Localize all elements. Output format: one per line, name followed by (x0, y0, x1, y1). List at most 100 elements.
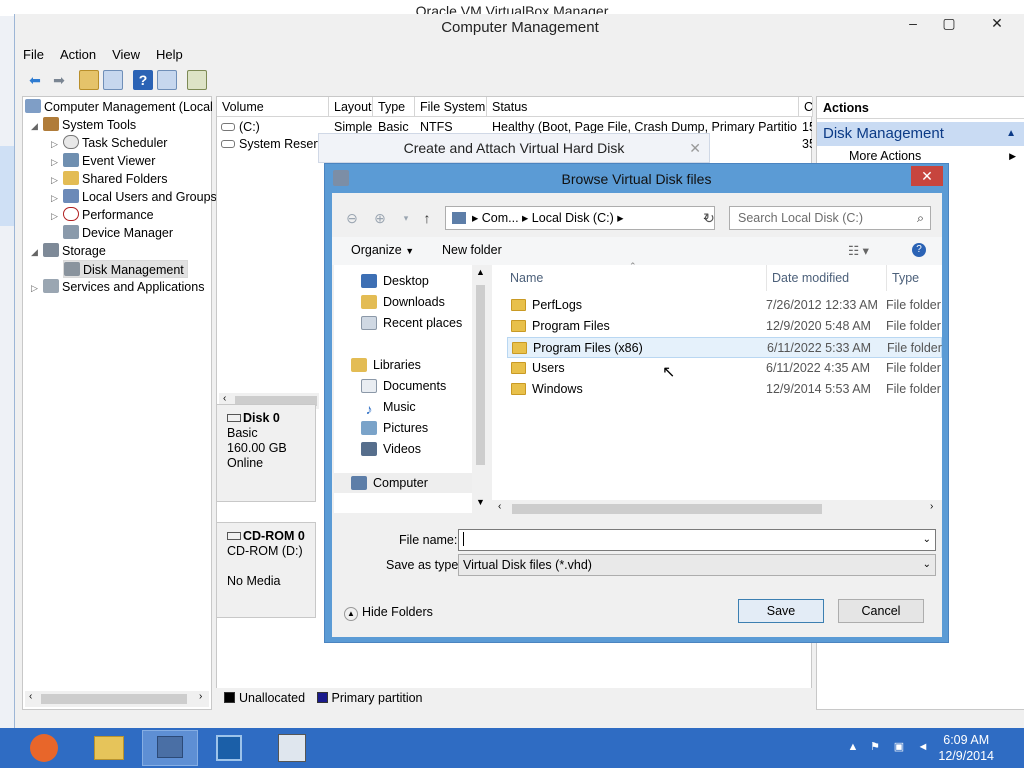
collapse-icon[interactable]: ▲ (1006, 122, 1016, 146)
disk-0-label[interactable]: Disk 0 Basic 160.00 GB Online (216, 404, 316, 502)
up-folder-icon[interactable] (79, 70, 99, 90)
scroll-thumb[interactable] (476, 285, 485, 465)
table-row[interactable]: System Reserve (221, 136, 327, 153)
list-item[interactable]: Program Files (x86) 6/11/2022 5:33 AM File… (507, 337, 942, 358)
list-item[interactable]: PerfLogs 7/26/2012 12:33 AM File folder (507, 295, 942, 316)
tree-item-performance[interactable]: ▷ Performance (51, 206, 154, 224)
expand-icon[interactable]: ▷ (51, 189, 63, 207)
column-date-modified[interactable]: Date modified (766, 265, 884, 291)
help-icon[interactable]: ? (133, 70, 153, 90)
taskbar-computer-management[interactable] (142, 730, 198, 766)
taskbar-virtualbox[interactable] (202, 730, 258, 766)
back-icon[interactable]: ⬅ (25, 70, 45, 90)
flag-icon[interactable]: ⚑ (868, 740, 882, 754)
scroll-left-icon[interactable]: ‹ (498, 501, 501, 512)
maximize-button[interactable]: ▢ (935, 14, 963, 34)
list-item[interactable]: Users 6/11/2022 4:35 AM File folder (507, 358, 942, 379)
new-folder-button[interactable]: New folder (442, 243, 502, 257)
taskbar-firefox[interactable] (18, 730, 74, 766)
breadcrumb-computer[interactable]: Com... (482, 211, 519, 225)
scroll-right-icon[interactable]: › (199, 691, 202, 702)
forward-icon[interactable]: ⊕ (369, 207, 391, 229)
nav-item-downloads[interactable]: Downloads (361, 292, 445, 312)
close-icon[interactable]: ✕ (689, 134, 701, 162)
scroll-thumb[interactable] (41, 694, 187, 704)
tree-item-storage[interactable]: ◢ Storage (31, 242, 106, 260)
save-as-type-select[interactable]: Virtual Disk files (*.vhd) ⌄ (458, 554, 936, 576)
column-volume[interactable]: Volume (217, 97, 329, 117)
column-type[interactable]: Type (373, 97, 415, 117)
expand-icon[interactable]: ▷ (31, 279, 43, 297)
network-icon[interactable]: ▣ (892, 740, 906, 754)
forward-icon[interactable]: ➡ (49, 70, 69, 90)
tree-hscrollbar[interactable]: ‹ › (25, 691, 209, 707)
expand-icon[interactable]: ▷ (51, 207, 63, 225)
nav-item-desktop[interactable]: Desktop (361, 271, 429, 291)
volume-muted-icon[interactable]: ◄ (916, 740, 930, 754)
organize-button[interactable]: Organize ▼ (351, 243, 414, 257)
scroll-left-icon[interactable]: ‹ (29, 691, 32, 702)
column-layout[interactable]: Layout (329, 97, 373, 117)
table-row[interactable]: (C:) (221, 119, 327, 136)
taskbar-app[interactable] (264, 730, 320, 766)
column-status[interactable]: Status (487, 97, 799, 117)
close-button[interactable]: ✕ (983, 14, 1011, 34)
file-list-hscrollbar[interactable]: ‹ › (492, 500, 942, 517)
breadcrumb-local-disk[interactable]: Local Disk (C:) (532, 211, 614, 225)
column-file-system[interactable]: File System (415, 97, 487, 117)
search-input[interactable]: Search Local Disk (C:) ⌕ (729, 206, 931, 230)
tree-item-system-tools[interactable]: ◢ System Tools (31, 116, 136, 134)
tree-item-task-scheduler[interactable]: ▷ Task Scheduler (51, 134, 167, 152)
menu-file[interactable]: File (15, 44, 52, 65)
address-bar[interactable]: ▸ Com... ▸ Local Disk (C:) ▸ ⌄ (445, 206, 715, 230)
up-icon[interactable]: ↑ (416, 207, 438, 229)
tree-item-local-users[interactable]: ▷ Local Users and Groups (51, 188, 217, 206)
nav-item-pictures[interactable]: Pictures (361, 418, 428, 438)
file-name-input[interactable]: ⌄ (458, 529, 936, 551)
recent-dropdown-icon[interactable]: ▾ (395, 207, 417, 229)
nav-item-documents[interactable]: Documents (361, 376, 446, 396)
cancel-button[interactable]: Cancel (838, 599, 924, 623)
help-icon[interactable]: ? (912, 243, 926, 257)
show-action-pane-icon[interactable] (157, 70, 177, 90)
cdrom-0-label[interactable]: CD-ROM 0 CD-ROM (D:) No Media (216, 522, 316, 618)
dropdown-icon[interactable]: ⌄ (923, 530, 931, 550)
scroll-right-icon[interactable]: › (930, 501, 933, 512)
nav-item-libraries[interactable]: Libraries (351, 355, 421, 375)
back-icon[interactable]: ⊖ (341, 207, 363, 229)
expand-icon[interactable]: ▷ (51, 153, 63, 171)
hide-folders-button[interactable]: ▲ Hide Folders (344, 605, 433, 621)
dropdown-icon[interactable]: ⌄ (923, 555, 931, 575)
refresh-icon[interactable]: ↻ (698, 207, 720, 229)
tree-item-shared-folders[interactable]: ▷ Shared Folders (51, 170, 167, 188)
minimize-button[interactable]: – (899, 14, 927, 34)
clock[interactable]: 6:09 AM 12/9/2014 (938, 732, 994, 764)
expand-icon[interactable]: ▷ (51, 135, 63, 153)
nav-item-music[interactable]: ♪ Music (361, 397, 416, 417)
tree-item-event-viewer[interactable]: ▷ Event Viewer (51, 152, 155, 170)
scroll-thumb[interactable] (512, 504, 822, 514)
tray-overflow-icon[interactable]: ▲ (846, 740, 860, 754)
list-item[interactable]: Windows 12/9/2014 5:53 AM File folder (507, 379, 942, 400)
collapse-icon[interactable]: ◢ (31, 243, 43, 261)
nav-item-computer[interactable]: Computer (334, 473, 472, 493)
expand-icon[interactable]: ▷ (51, 171, 63, 189)
menu-view[interactable]: View (104, 44, 148, 65)
menu-help[interactable]: Help (148, 44, 191, 65)
nav-item-recent-places[interactable]: Recent places (361, 313, 462, 333)
save-button[interactable]: Save (738, 599, 824, 623)
view-options-icon[interactable]: ☷ ▾ (848, 243, 869, 258)
dialog-close-button[interactable]: ✕ (911, 166, 943, 186)
actions-section-disk-management[interactable]: Disk Management ▲ (817, 122, 1024, 146)
tree-item-computer-management[interactable]: Computer Management (Local (25, 98, 213, 116)
tree-item-disk-management[interactable]: Disk Management (63, 260, 188, 278)
list-item[interactable]: Program Files 12/9/2020 5:48 AM File folde… (507, 316, 942, 337)
column-type[interactable]: Type (886, 265, 942, 291)
menu-action[interactable]: Action (52, 44, 104, 65)
scroll-left-icon[interactable]: ‹ (223, 393, 226, 404)
scroll-down-icon[interactable]: ▼ (476, 497, 485, 507)
nav-scrollbar[interactable]: ▲ ▼ (472, 265, 489, 513)
collapse-icon[interactable]: ◢ (31, 117, 43, 135)
settings-icon[interactable] (187, 70, 207, 90)
tree-item-services-applications[interactable]: ▷ Services and Applications (31, 278, 204, 296)
